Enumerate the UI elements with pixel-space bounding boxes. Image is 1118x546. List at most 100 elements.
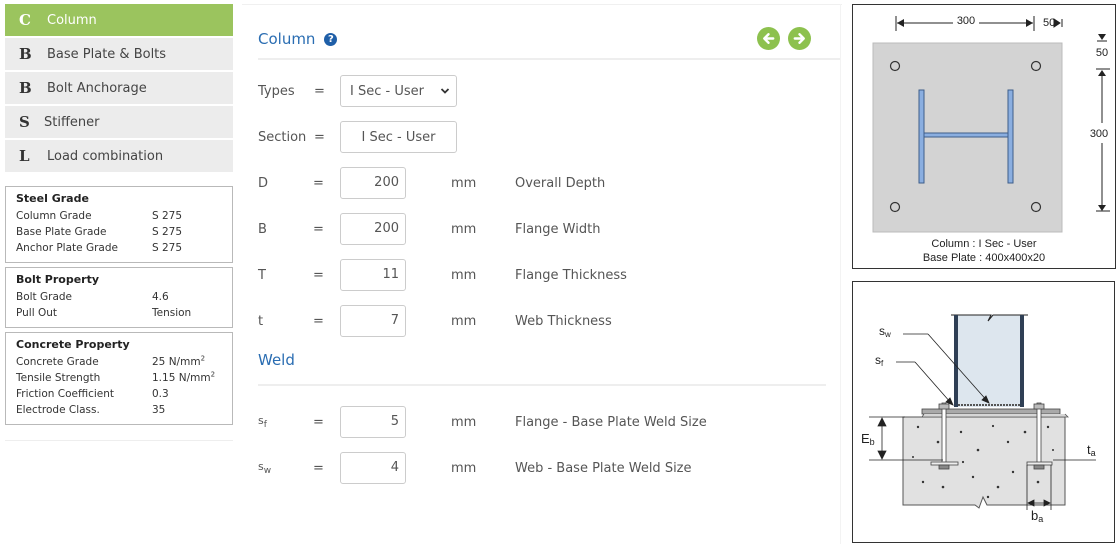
- prop-key: Concrete Grade: [16, 356, 99, 368]
- plan-drawing: 300 50 50 300: [872, 15, 1110, 233]
- prop-value: Tension: [152, 307, 192, 319]
- section-row: Section = I Sec - User: [258, 121, 457, 153]
- symbol: D: [258, 175, 269, 191]
- prop-value: 4.6: [152, 291, 169, 303]
- prop-row: Anchor Plate Grade S 275: [16, 240, 222, 256]
- web-thickness-input[interactable]: 7: [340, 305, 406, 337]
- symbol: t: [258, 313, 264, 329]
- arrow-right-icon: [793, 33, 805, 44]
- unit: mm: [451, 313, 477, 329]
- prev-button[interactable]: [757, 27, 780, 50]
- next-button[interactable]: [788, 27, 811, 50]
- prop-key: Tensile Strength: [16, 372, 101, 384]
- nav-item-load-combination[interactable]: L Load combination: [5, 140, 233, 172]
- plan-caption-base-plate: Base Plate : 400x400x20: [922, 252, 1046, 264]
- dim-right-label: 300: [1090, 128, 1108, 140]
- prop-row: Column Grade S 275: [16, 208, 222, 224]
- dim-row-flange-width: B = 200 mm Flange Width: [258, 213, 600, 245]
- prop-row: Base Plate Grade S 275: [16, 224, 222, 240]
- label-ba: ba: [1031, 508, 1043, 524]
- nav-item-base-plate-bolts[interactable]: B Base Plate & Bolts: [5, 38, 233, 70]
- symbol-sub: w: [263, 466, 272, 477]
- nav-letter: C: [19, 11, 31, 29]
- prop-key: Base Plate Grade: [16, 226, 107, 238]
- description: Web Thickness: [515, 313, 612, 329]
- equals-sign: =: [313, 221, 324, 237]
- unit: mm: [451, 414, 477, 430]
- nav-label: Base Plate & Bolts: [47, 46, 167, 62]
- unit: mm: [451, 267, 477, 283]
- prop-row: Electrode Class. 35: [16, 402, 222, 418]
- section-field[interactable]: I Sec - User: [340, 121, 457, 153]
- prop-row: Concrete Grade 25 N/mm2: [16, 354, 222, 370]
- prop-value: 35: [152, 404, 166, 416]
- label-eb: Eb: [861, 431, 875, 447]
- equals-sign: =: [314, 129, 325, 145]
- description: Web - Base Plate Weld Size: [515, 460, 692, 476]
- nav-item-bolt-anchorage[interactable]: B Bolt Anchorage: [5, 72, 233, 104]
- label-sw: sw: [879, 324, 891, 339]
- symbol: sw: [258, 460, 300, 476]
- panel-title: Bolt Property: [16, 273, 100, 286]
- prop-row: Bolt Grade 4.6: [16, 289, 222, 305]
- description: Flange Width: [515, 221, 601, 237]
- prop-key: Column Grade: [16, 210, 92, 222]
- nav-letter: B: [19, 79, 32, 97]
- selected-value: I Sec - User: [350, 83, 424, 99]
- dim-right-edge-label: 50: [1096, 47, 1108, 59]
- section-title-text: Column: [258, 30, 316, 48]
- nav-item-stiffener[interactable]: S Stiffener: [5, 106, 233, 138]
- flange-thickness-input[interactable]: 11: [340, 259, 406, 291]
- prop-value: S 275: [152, 242, 183, 254]
- section-divider: [258, 58, 840, 60]
- column-flange-right: [1020, 315, 1024, 407]
- bolt-property-panel: Bolt Property Bolt Grade 4.6 Pull Out Tens…: [5, 267, 233, 328]
- base-plate-section-diagram: sw sf Eb ta ba: [852, 281, 1115, 543]
- prop-key: Friction Coefficient: [16, 388, 115, 400]
- nav-item-column[interactable]: C Column: [5, 4, 233, 36]
- unit: mm: [451, 175, 477, 191]
- column-body: [956, 315, 1022, 407]
- field-label: Section: [258, 129, 307, 145]
- flange-width-input[interactable]: 200: [340, 213, 406, 245]
- divider: [5, 440, 233, 441]
- right-dimension: [1096, 34, 1110, 212]
- value-sup: 2: [200, 354, 206, 363]
- prop-value: 0.3: [152, 388, 169, 400]
- types-row: Types = I Sec - User: [258, 75, 457, 107]
- section-divider: [258, 384, 826, 386]
- equals-sign: =: [313, 460, 324, 476]
- nav-label: Stiffener: [44, 114, 100, 130]
- equals-sign: =: [313, 267, 324, 283]
- flange-weld-input[interactable]: 5: [340, 406, 406, 438]
- prop-key: Electrode Class.: [16, 404, 100, 416]
- panel-divider: [840, 4, 841, 544]
- equals-sign: =: [313, 175, 324, 191]
- base-plate-plan-diagram: 300 50 50 300 Column : I Sec - User Base…: [852, 4, 1116, 269]
- help-icon[interactable]: ?: [324, 32, 338, 46]
- nav-label: Bolt Anchorage: [47, 80, 147, 96]
- prop-row: Tensile Strength 1.15 N/mm2: [16, 370, 222, 386]
- dim-row-flange-thickness: T = 11 mm Flange Thickness: [258, 259, 627, 291]
- symbol: T: [258, 267, 266, 283]
- column-section-title: Column ?: [258, 30, 338, 48]
- weld-section-title: Weld: [258, 351, 295, 369]
- equals-sign: =: [313, 313, 324, 329]
- section-drawing: sw sf Eb ta ba: [861, 314, 1096, 524]
- depth-input[interactable]: 200: [340, 167, 406, 199]
- dim-top-label: 300: [957, 15, 975, 27]
- dim-row-web-thickness: t = 7 mm Web Thickness: [258, 305, 612, 337]
- label-ta: ta: [1087, 442, 1096, 458]
- web-weld-input[interactable]: 4: [340, 452, 406, 484]
- panel-title: Concrete Property: [16, 338, 130, 351]
- symbol-sub: f: [263, 420, 267, 431]
- prop-value: 1.15 N/mm2: [152, 370, 215, 386]
- types-select[interactable]: I Sec - User: [340, 75, 457, 107]
- arrow-left-icon: [763, 33, 775, 44]
- description: Overall Depth: [515, 175, 606, 191]
- column-form: Column ? Types = I Sec - User Section = …: [242, 4, 842, 544]
- sidebar: C Column B Base Plate & Bolts B Bolt Anc…: [5, 4, 233, 441]
- description: Flange - Base Plate Weld Size: [515, 414, 707, 430]
- top-dimension: [895, 16, 1063, 31]
- nav-label: Load combination: [47, 148, 164, 164]
